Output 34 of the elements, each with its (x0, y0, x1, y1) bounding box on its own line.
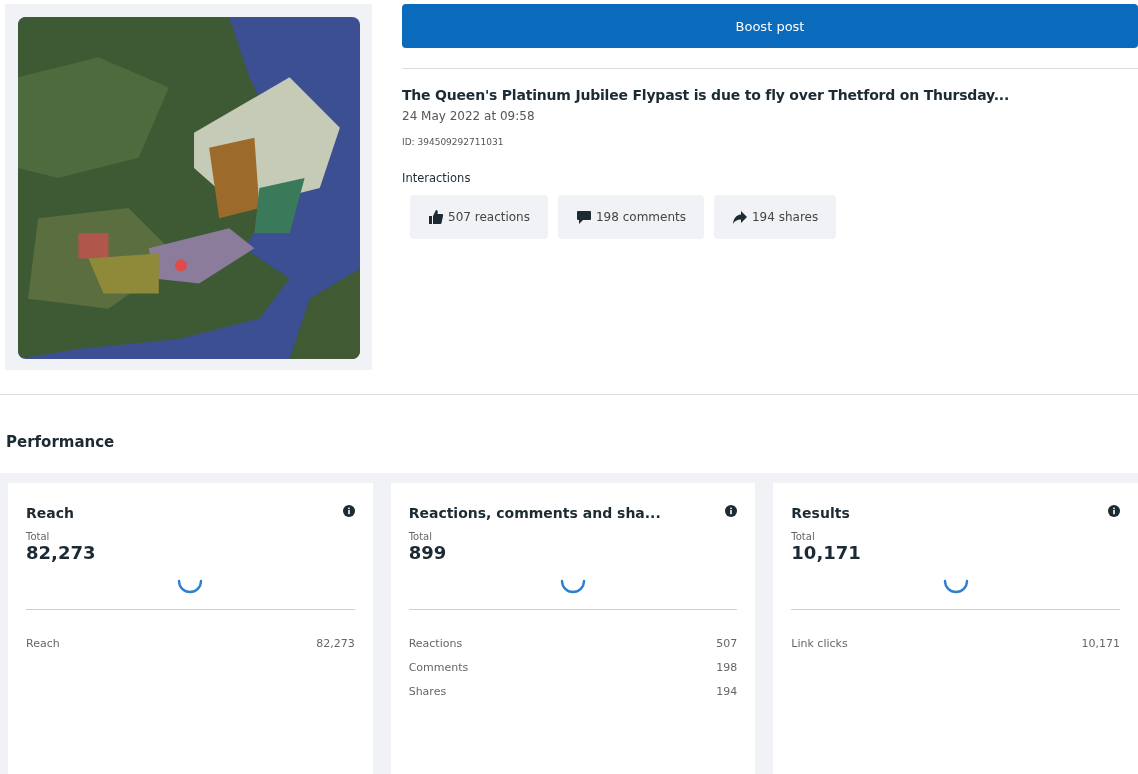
metric-label: Reactions (408, 636, 463, 652)
info-icon[interactable] (725, 505, 738, 517)
interaction-chip[interactable]: 198 comments (557, 195, 704, 239)
card-title: Results (791, 505, 850, 521)
post-id: ID: 394509292711031 (402, 137, 505, 147)
total-value: 899 (408, 542, 448, 563)
metric-value: 198 (716, 660, 738, 676)
metric-label: Link clicks (791, 636, 848, 652)
card-title: Reactions, comments and sha... (408, 505, 661, 521)
boost-post-button[interactable]: Boost post (402, 4, 1138, 48)
metric-value: 507 (716, 636, 738, 652)
post-date: 24 May 2022 at 09:58 (402, 109, 536, 123)
metric-label: Reach (26, 636, 60, 652)
total-label: Total (26, 531, 51, 542)
thumbs-up-icon (428, 209, 444, 225)
post-title: The Queen's Platinum Jubilee Flypast is due to fly over Thetford on Thursday... (402, 87, 1010, 103)
share-arrow-icon (731, 209, 748, 225)
total-label: Total (791, 531, 816, 542)
info-icon[interactable] (1108, 505, 1120, 517)
speech-bubble-icon (575, 209, 592, 225)
interaction-chip[interactable]: 194 shares (713, 195, 837, 239)
info-icon[interactable] (342, 505, 355, 517)
total-value: 82,273 (26, 542, 97, 563)
interaction-chip[interactable]: 507 reactions (410, 195, 548, 239)
metric-label: Comments (408, 660, 469, 676)
metric-value: 82,273 (316, 636, 355, 652)
metric-value: 194 (716, 684, 738, 700)
card-title: Reach (26, 505, 74, 521)
total-value: 10,171 (791, 542, 862, 563)
metric-label: Shares (408, 684, 447, 700)
metric-value: 10,171 (1081, 636, 1120, 652)
section-label: Interactions (402, 171, 472, 185)
total-label: Total (408, 531, 433, 542)
section-heading: Performance (5, 433, 116, 451)
